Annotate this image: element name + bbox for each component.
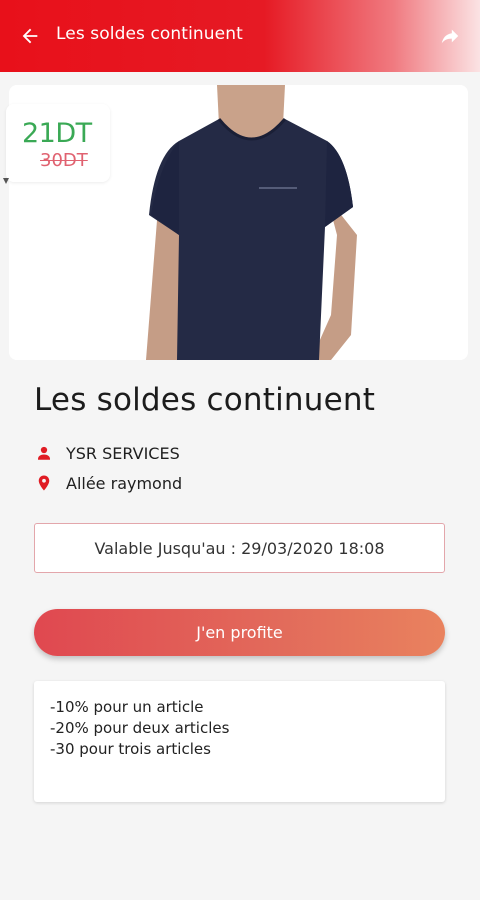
description-card: -10% pour un article -20% pour deux arti… bbox=[34, 681, 445, 802]
person-icon bbox=[34, 443, 54, 463]
address-text: Allée raymond bbox=[66, 473, 183, 493]
validity-text: Valable Jusqu'au : 29/03/2020 18:08 bbox=[94, 538, 385, 558]
app-bar-title: Les soldes continuent bbox=[56, 24, 243, 44]
validity-box: Valable Jusqu'au : 29/03/2020 18:08 bbox=[34, 523, 445, 573]
old-price: 30DT bbox=[40, 150, 88, 171]
back-button[interactable] bbox=[14, 20, 46, 52]
new-price: 21DT bbox=[22, 118, 92, 149]
address-row: Allée raymond bbox=[34, 473, 182, 493]
vendor-name: YSR SERVICES bbox=[66, 443, 180, 463]
description-line: -30 pour trois articles bbox=[50, 740, 211, 758]
badge-pointer bbox=[3, 178, 9, 184]
vendor-row: YSR SERVICES bbox=[34, 443, 180, 463]
location-pin-icon bbox=[34, 473, 54, 493]
share-button[interactable] bbox=[434, 20, 466, 52]
description-line: -20% pour deux articles bbox=[50, 719, 230, 737]
claim-offer-button[interactable]: J'en profite bbox=[34, 609, 445, 656]
arrow-left-icon bbox=[22, 28, 38, 44]
price-badge: 21DT 30DT bbox=[6, 104, 110, 182]
share-icon bbox=[441, 29, 459, 44]
app-bar: Les soldes continuent bbox=[0, 0, 480, 72]
deal-title: Les soldes continuent bbox=[34, 382, 376, 418]
description-line: -10% pour un article bbox=[50, 698, 204, 716]
